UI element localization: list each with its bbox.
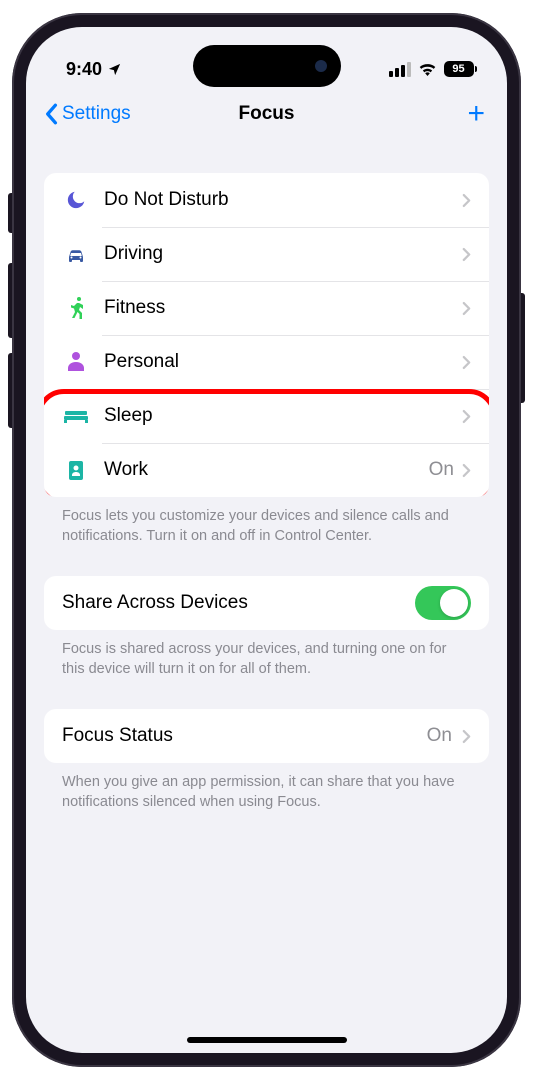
focus-mode-row-personal[interactable]: Personal bbox=[44, 335, 489, 389]
chevron-right-icon bbox=[462, 355, 471, 370]
dynamic-island bbox=[193, 45, 341, 87]
battery-icon: 95 bbox=[444, 61, 478, 77]
focus-status-row[interactable]: Focus Status On bbox=[44, 709, 489, 763]
screen: 9:40 95 Settings Focus + bbox=[26, 27, 507, 1053]
chevron-left-icon bbox=[44, 103, 58, 125]
modes-footer: Focus lets you customize your devices an… bbox=[44, 497, 489, 546]
chevron-right-icon bbox=[462, 409, 471, 424]
back-label: Settings bbox=[62, 103, 131, 125]
nav-bar: Settings Focus + bbox=[26, 89, 507, 139]
chevron-right-icon bbox=[462, 729, 471, 744]
person-icon bbox=[62, 348, 90, 376]
mode-label: Do Not Disturb bbox=[104, 189, 462, 211]
status-time: 9:40 bbox=[66, 59, 102, 80]
home-indicator[interactable] bbox=[187, 1037, 347, 1043]
wifi-icon bbox=[418, 62, 437, 76]
focus-status-footer: When you give an app permission, it can … bbox=[44, 763, 489, 812]
focus-mode-row-do-not-disturb[interactable]: Do Not Disturb bbox=[44, 173, 489, 227]
chevron-right-icon bbox=[462, 247, 471, 262]
mode-status: On bbox=[429, 459, 454, 481]
chevron-right-icon bbox=[462, 463, 471, 478]
page-title: Focus bbox=[239, 103, 295, 125]
location-icon bbox=[107, 62, 122, 77]
focus-status-value: On bbox=[427, 725, 452, 747]
back-button[interactable]: Settings bbox=[44, 103, 131, 125]
moon-icon bbox=[62, 186, 90, 214]
share-label: Share Across Devices bbox=[62, 592, 248, 614]
share-toggle[interactable] bbox=[415, 586, 471, 620]
mode-label: Personal bbox=[104, 351, 462, 373]
focus-modes-list: Do Not Disturb Driving Fitness Personal … bbox=[44, 173, 489, 497]
phone-frame: 9:40 95 Settings Focus + bbox=[12, 13, 521, 1067]
share-footer: Focus is shared across your devices, and… bbox=[44, 630, 489, 679]
car-icon bbox=[62, 240, 90, 268]
mode-label: Fitness bbox=[104, 297, 462, 319]
focus-mode-row-fitness[interactable]: Fitness bbox=[44, 281, 489, 335]
cellular-icon bbox=[389, 62, 411, 77]
bed-icon bbox=[62, 402, 90, 430]
mode-label: Driving bbox=[104, 243, 462, 265]
chevron-right-icon bbox=[462, 301, 471, 316]
share-group: Share Across Devices bbox=[44, 576, 489, 630]
focus-mode-row-driving[interactable]: Driving bbox=[44, 227, 489, 281]
mode-label: Sleep bbox=[104, 405, 462, 427]
focus-status-group: Focus Status On bbox=[44, 709, 489, 763]
focus-mode-row-work[interactable]: Work On bbox=[44, 443, 489, 497]
mode-label: Work bbox=[104, 459, 429, 481]
focus-status-label: Focus Status bbox=[62, 725, 173, 747]
add-button[interactable]: + bbox=[467, 97, 489, 131]
runner-icon bbox=[62, 294, 90, 322]
share-across-devices-row[interactable]: Share Across Devices bbox=[44, 576, 489, 630]
focus-mode-row-sleep[interactable]: Sleep bbox=[44, 389, 489, 443]
chevron-right-icon bbox=[462, 193, 471, 208]
badge-icon bbox=[62, 456, 90, 484]
